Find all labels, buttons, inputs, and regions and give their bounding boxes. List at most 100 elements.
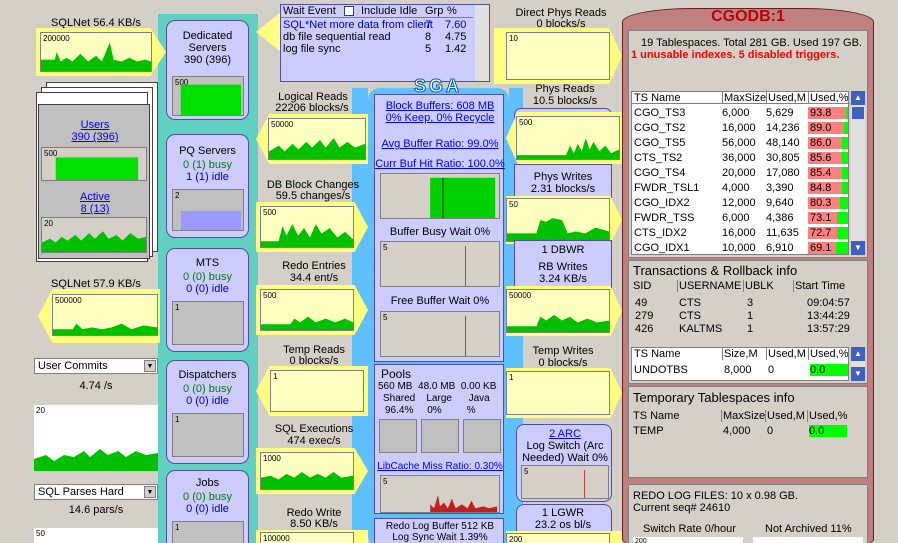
undo-table: TS Name Size,M Used,M Used,% UNDOTBS 8,0… xyxy=(631,347,849,381)
tx-start: 13:44:29 xyxy=(807,310,850,322)
wait-scrollbar[interactable] xyxy=(475,5,489,81)
lgwr-scale: 200 xyxy=(509,535,523,543)
dispatchers-panel[interactable]: Dispatchers 0 (0) busy 0 (0) idle 1 xyxy=(166,360,249,464)
ts-col-pct[interactable]: Used,% xyxy=(808,92,849,104)
temp-col-name[interactable]: TS Name xyxy=(633,410,679,422)
temp-col-used[interactable]: Used,M xyxy=(765,410,805,422)
ts-row[interactable]: FWDR_TSS 6,000 4,386 73.1 xyxy=(632,211,850,225)
ts-row[interactable]: CTS_IDX2 16,000 11,635 72.7 xyxy=(632,226,850,240)
pq-idle: 1 (1) idle xyxy=(186,171,229,183)
commits-graph: 20 xyxy=(34,405,158,471)
scroll-down-icon[interactable]: ▼ xyxy=(851,241,865,255)
undo-col-pct[interactable]: Used,% xyxy=(808,348,849,360)
parses-select[interactable]: SQL Parses Hard ▼ xyxy=(34,484,158,500)
mts-panel[interactable]: MTS 0 (0) busy 0 (0) idle 1 xyxy=(166,248,249,352)
ts-pct-bar: 69.1 xyxy=(808,242,848,254)
ts-name: CGO_TS5 xyxy=(634,137,686,149)
undo-col-used[interactable]: Used,M xyxy=(766,348,806,360)
avg-ratio-link[interactable]: Avg Buffer Ratio: 99.0% xyxy=(375,138,505,150)
commits-select[interactable]: User Commits ▼ xyxy=(34,358,158,374)
redo-switch-graph: 200 xyxy=(633,537,743,543)
buffer-hit-bars xyxy=(430,177,496,218)
ts-pct: 93.8 xyxy=(810,107,832,119)
arc-link[interactable]: 2 ARC xyxy=(517,428,613,440)
ts-row[interactable]: CGO_TS3 6,000 5,629 93.8 xyxy=(632,106,850,120)
ts-max: 16,000 xyxy=(722,227,756,239)
temp-writes-title: Temp Writes xyxy=(532,345,594,357)
log-sync-wait: Log Sync Wait 1.39% xyxy=(392,532,488,543)
tx-col-user[interactable]: USERNAME xyxy=(677,280,741,292)
ts-scroll-thumb[interactable] xyxy=(852,107,864,119)
pools-panel: Pools 560 MB 48.0 MB 0.00 KB Shared Larg… xyxy=(374,364,504,514)
keep-recycle-link[interactable]: 0% Keep, 0% Recycle xyxy=(375,112,505,124)
chevron-down-icon[interactable]: ▼ xyxy=(144,360,156,372)
wait-row[interactable]: db file sequential read 8 4.75 xyxy=(283,31,473,43)
tx-row[interactable]: 426 KALTMS 1 13:57:29 xyxy=(631,323,867,335)
pool-large-graph xyxy=(421,419,459,453)
wait-row[interactable]: log file sync 5 1.42 xyxy=(283,43,473,55)
scroll-up-icon[interactable]: ▲ xyxy=(851,347,865,361)
undo-row[interactable]: UNDOTBS 8,000 0 0.0 xyxy=(632,364,850,376)
tablespaces-warning[interactable]: 1 unusable indexes. 5 disabled triggers. xyxy=(631,49,839,61)
dedicated-servers-panel[interactable]: Dedicated Servers 390 (396) 500 xyxy=(166,20,249,120)
ts-row[interactable]: CGO_IDX1 10,000 6,910 69.1 xyxy=(632,241,850,255)
ts-pct: 73.1 xyxy=(810,212,832,224)
tx-col-ublk[interactable]: UBLK xyxy=(743,280,774,292)
tx-sid: 49 xyxy=(635,297,648,309)
tx-ublk: 1 xyxy=(747,323,754,335)
scroll-down-icon[interactable]: ▼ xyxy=(851,367,865,381)
wait-row[interactable]: SQL*Net more data from client 7 7.60 xyxy=(283,19,473,31)
libcache-link[interactable]: LibCache Miss Ratio: 0.30% xyxy=(375,461,505,473)
include-idle-checkbox[interactable] xyxy=(344,6,354,16)
ts-col-name[interactable]: TS Name xyxy=(634,92,680,104)
active-link[interactable]: Active xyxy=(39,191,151,203)
tx-row[interactable]: 279 CTS 1 13:44:29 xyxy=(631,310,867,322)
temp-reads-value: 0 blocks/s xyxy=(289,355,339,367)
ts-row[interactable]: FWDR_TSL1 4,000 3,390 84.8 xyxy=(632,181,850,195)
redo-write-value: 8.50 KB/s xyxy=(290,518,338,530)
parses-scale: 50 xyxy=(36,529,45,538)
ts-scrollbar[interactable]: ▲ ▼ xyxy=(851,91,865,255)
jobs-panel[interactable]: Jobs 0 (0) busy 0 (0) idle 1 xyxy=(166,470,249,543)
ts-row[interactable]: CGO_IDX2 12,000 9,640 80.3 xyxy=(632,196,850,210)
users-link[interactable]: Users xyxy=(39,119,151,131)
ts-name: CGO_TS2 xyxy=(634,122,686,134)
ts-row[interactable]: CGO_TS5 56,000 48,140 86.0 xyxy=(632,136,850,150)
chevron-down-icon[interactable]: ▼ xyxy=(144,486,156,498)
phys-reads-graph: 500 xyxy=(516,116,620,160)
ts-row[interactable]: CTS_TS2 36,000 30,805 85.6 xyxy=(632,151,850,165)
ts-row[interactable]: CGO_TS4 20,000 17,080 85.4 xyxy=(632,166,850,180)
ts-row[interactable]: CGO_TS2 16,000 14,236 89.0 xyxy=(632,121,850,135)
block-buffers-link[interactable]: Block Buffers: 608 MB xyxy=(375,100,505,112)
tx-col-sid[interactable]: SID xyxy=(633,280,651,292)
tx-row[interactable]: 49 CTS 3 09:04:57 xyxy=(631,297,867,309)
dispatchers-graph: 1 xyxy=(172,413,244,457)
dbwr-sparkline xyxy=(507,314,609,332)
dispatchers-idle: 0 (0) idle xyxy=(186,395,229,407)
active-value-link[interactable]: 8 (13) xyxy=(39,203,151,215)
undo-scrollbar[interactable]: ▲ ▼ xyxy=(851,347,865,381)
pq-bars xyxy=(180,210,242,230)
pq-servers-panel[interactable]: PQ Servers 0 (1) busy 1 (1) idle 2 xyxy=(166,134,249,238)
undo-col-name[interactable]: TS Name xyxy=(634,348,680,360)
scroll-up-icon[interactable]: ▲ xyxy=(851,91,865,105)
jobs-idle: 0 (0) idle xyxy=(186,503,229,515)
ts-col-max[interactable]: MaxSize xyxy=(722,92,766,104)
tx-col-start[interactable]: Start Time xyxy=(793,280,845,292)
temp-col-pct[interactable]: Used,% xyxy=(807,410,848,422)
ts-used: 6,910 xyxy=(766,242,794,254)
ts-max: 6,000 xyxy=(722,212,750,224)
commits-sparkline xyxy=(34,449,158,471)
wait-hdr-event: Wait Event xyxy=(283,5,336,17)
undo-col-size[interactable]: Size,M xyxy=(722,348,758,360)
temp-col-max[interactable]: MaxSize xyxy=(721,410,765,422)
curr-hit-link[interactable]: Curr Buf Hit Ratio: 100.0% xyxy=(375,158,505,170)
ts-col-used[interactable]: Used,M xyxy=(766,92,806,104)
dbwr-value: 3.24 KB/s xyxy=(539,273,587,285)
free-buffer-wait: Free Buffer Wait 0% xyxy=(390,295,490,307)
users-value-link[interactable]: 390 (396) xyxy=(39,131,151,143)
sql-exec-graph: 1000 xyxy=(260,452,354,490)
temp-row[interactable]: TEMP 4,000 0 0.0 xyxy=(631,425,849,437)
database-name[interactable]: CGODB:1 xyxy=(622,8,874,26)
transactions-panel: Transactions & Rollback info SID USERNAM… xyxy=(628,260,868,384)
